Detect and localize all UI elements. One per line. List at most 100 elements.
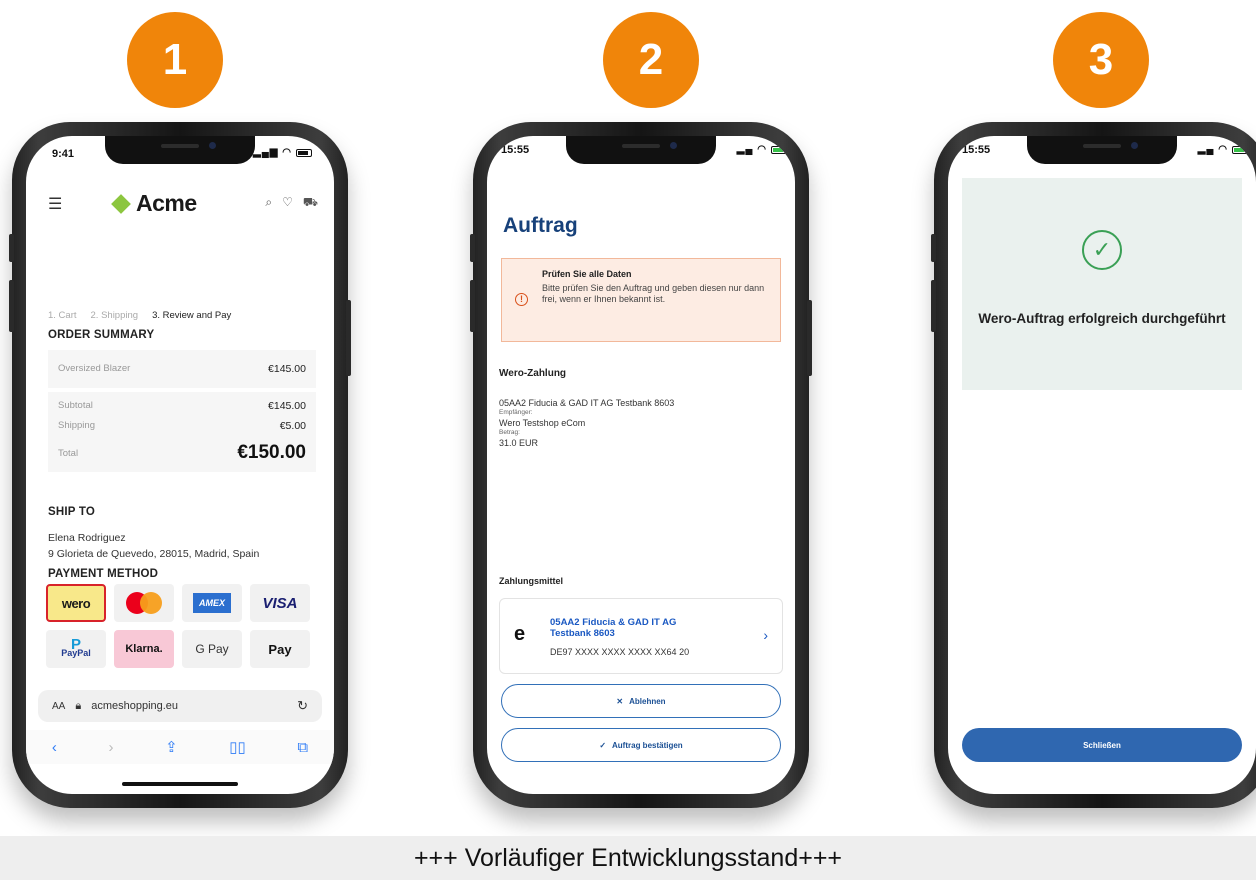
totals-box: Subtotal €145.00 Shipping €5.00 Total €150.… xyxy=(48,392,316,472)
battery-icon xyxy=(1232,145,1248,154)
cart-icon[interactable]: ⛟ xyxy=(303,195,318,211)
order-item-box: Oversized Blazer €145.00 xyxy=(48,350,316,388)
heart-icon[interactable]: ♡ xyxy=(282,195,293,211)
status-icons: ▂▄ ◠ xyxy=(1198,144,1248,155)
header-icons: ⌕ ♡ ⛟ xyxy=(265,195,318,211)
amex-logo: AMEX xyxy=(192,593,231,613)
check-icon: ✓ xyxy=(599,740,607,750)
recipient-value: Wero Testshop eCom xyxy=(499,418,586,428)
euro-account-icon: e xyxy=(514,623,526,645)
share-icon[interactable]: ⇪ xyxy=(165,738,178,756)
amount-value: 31.0 EUR xyxy=(499,438,539,448)
pay-option-google-pay[interactable]: G Pay xyxy=(182,630,242,668)
phone-checkout: 9:41 ▂▄▆ ◠ ☰ Acme ⌕ ♡ ⛟ 1. Cart 2. Shipp… xyxy=(9,122,351,808)
payment-method-title: PAYMENT METHOD xyxy=(48,568,159,580)
search-icon[interactable]: ⌕ xyxy=(265,195,272,211)
total-label: Total xyxy=(58,447,79,459)
mute-switch xyxy=(931,234,936,262)
checkout-steps: 1. Cart 2. Shipping 3. Review and Pay xyxy=(48,310,320,321)
hamburger-menu-icon[interactable]: ☰ xyxy=(48,194,62,214)
forward-icon[interactable]: › xyxy=(108,739,113,756)
back-icon[interactable]: ‹ xyxy=(52,739,57,756)
step-badge-2: 2 xyxy=(603,12,699,108)
stage: 1 2 3 9:41 ▂▄▆ ◠ ☰ Acme ⌕ ♡ ⛟ 1. Cart 2.… xyxy=(0,0,1256,880)
ship-address: 9 Glorieta de Quevedo, 28015, Madrid, Sp… xyxy=(48,548,260,560)
step-review-pay: 3. Review and Pay xyxy=(152,310,232,321)
payment-account-card[interactable]: e 05AA2 Fiducia & GAD IT AG Testbank 860… xyxy=(499,598,783,674)
pay-option-apple-pay[interactable]: Pay xyxy=(250,630,310,668)
notch xyxy=(105,136,255,164)
brand-name: Acme xyxy=(136,190,197,216)
pay-option-paypal[interactable]: P PayPal xyxy=(46,630,106,668)
account-name: 05AA2 Fiducia & GAD IT AG Testbank 8603 xyxy=(550,617,677,639)
shipping-label: Shipping xyxy=(58,420,95,431)
mute-switch xyxy=(9,234,14,262)
volume-up-button xyxy=(931,280,936,332)
review-alert: ! Prüfen Sie alle Daten Bitte prüfen Sie… xyxy=(501,258,781,342)
subtotal-row: Subtotal €145.00 xyxy=(48,400,316,420)
payment-details: 05AA2 Fiducia & GAD IT AG Testbank 8603 … xyxy=(499,398,674,448)
subtotal-value: €145.00 xyxy=(268,400,306,412)
footer-banner: +++ Vorläufiger Entwicklungsstand+++ xyxy=(0,836,1256,880)
status-time: 9:41 xyxy=(52,148,75,160)
lock-icon: 🔒︎ xyxy=(75,699,82,712)
confirm-label: Auftrag bestätigen xyxy=(612,740,683,750)
browser-url-bar[interactable]: AA 🔒︎ acmeshopping.eu ↻ xyxy=(38,690,322,722)
step-cart[interactable]: 1. Cart xyxy=(48,310,77,321)
mastercard-logo-icon xyxy=(126,592,162,614)
pay-option-visa[interactable]: VISA xyxy=(250,584,310,622)
acme-logo-icon xyxy=(111,193,131,214)
close-icon: ✕ xyxy=(616,696,624,706)
bank-order-screen: 15:55 ▂▄ ◠ Auftrag ! Prüfen Sie alle Dat… xyxy=(487,136,795,794)
alert-body: Bitte prüfen Sie den Auftrag und geben d… xyxy=(542,283,765,304)
close-button[interactable]: Schließen xyxy=(962,728,1242,762)
payment-options: wero AMEX VISA P PayPal Klarna. G Pay Pay xyxy=(46,584,310,668)
ship-to-title: SHIP TO xyxy=(48,506,95,518)
pay-option-wero[interactable]: wero xyxy=(46,584,106,622)
chevron-right-icon: › xyxy=(763,627,768,643)
text-size-button[interactable]: AA xyxy=(52,701,65,712)
success-message: Wero-Auftrag erfolgreich durchgeführt xyxy=(978,311,1226,326)
browser-toolbar: ‹ › ⇪ ▯▯ ⧉ xyxy=(26,730,334,764)
reject-label: Ablehnen xyxy=(629,696,666,706)
subtotal-label: Subtotal xyxy=(58,400,93,411)
pay-option-mastercard[interactable] xyxy=(114,584,174,622)
order-summary-title: ORDER SUMMARY xyxy=(48,329,155,341)
amount-label: Betrag: xyxy=(499,429,520,436)
reload-icon[interactable]: ↻ xyxy=(297,698,308,714)
success-check-icon: ✓ xyxy=(1082,230,1122,270)
phone-bank-order: 15:55 ▂▄ ◠ Auftrag ! Prüfen Sie alle Dat… xyxy=(470,122,812,808)
confirm-order-button[interactable]: ✓ Auftrag bestätigen xyxy=(501,728,781,762)
status-icons: ▂▄ ◠ xyxy=(737,144,787,155)
step-shipping[interactable]: 2. Shipping xyxy=(91,310,139,321)
checkout-screen: 9:41 ▂▄▆ ◠ ☰ Acme ⌕ ♡ ⛟ 1. Cart 2. Shipp… xyxy=(26,136,334,794)
url-text[interactable]: acmeshopping.eu xyxy=(91,700,178,712)
shipping-value: €5.00 xyxy=(279,420,306,432)
phone-success: 15:55 ▂▄ ◠ ✓ Wero-Auftrag erfolgreich du… xyxy=(931,122,1256,808)
mute-switch xyxy=(470,234,475,262)
bank-line: 05AA2 Fiducia & GAD IT AG Testbank 8603 xyxy=(499,398,675,408)
tabs-icon[interactable]: ⧉ xyxy=(297,739,308,756)
step-badge-1: 1 xyxy=(127,12,223,108)
brand-logo[interactable]: Acme xyxy=(111,190,197,217)
notch xyxy=(1027,136,1177,164)
success-screen: 15:55 ▂▄ ◠ ✓ Wero-Auftrag erfolgreich du… xyxy=(948,136,1256,794)
shop-header: ☰ Acme ⌕ ♡ ⛟ xyxy=(26,186,334,218)
battery-icon xyxy=(771,145,787,154)
volume-up-button xyxy=(9,280,14,332)
bookmarks-icon[interactable]: ▯▯ xyxy=(229,738,246,756)
warning-icon: ! xyxy=(515,293,528,306)
power-button xyxy=(807,300,812,376)
ship-to-block: Elena Rodriguez 9 Glorieta de Quevedo, 2… xyxy=(48,530,259,562)
status-time: 15:55 xyxy=(501,144,530,156)
pay-option-amex[interactable]: AMEX xyxy=(182,584,242,622)
page-title: Auftrag xyxy=(503,214,578,237)
step-badge-3: 3 xyxy=(1053,12,1149,108)
shipping-row: Shipping €5.00 xyxy=(48,420,316,440)
reject-button[interactable]: ✕ Ablehnen xyxy=(501,684,781,718)
power-button xyxy=(346,300,351,376)
status-icons: ▂▄▆ ◠ xyxy=(253,147,312,158)
pay-option-klarna[interactable]: Klarna. xyxy=(114,630,174,668)
ship-name: Elena Rodriguez xyxy=(48,532,126,544)
success-panel: ✓ Wero-Auftrag erfolgreich durchgeführt xyxy=(962,178,1242,390)
